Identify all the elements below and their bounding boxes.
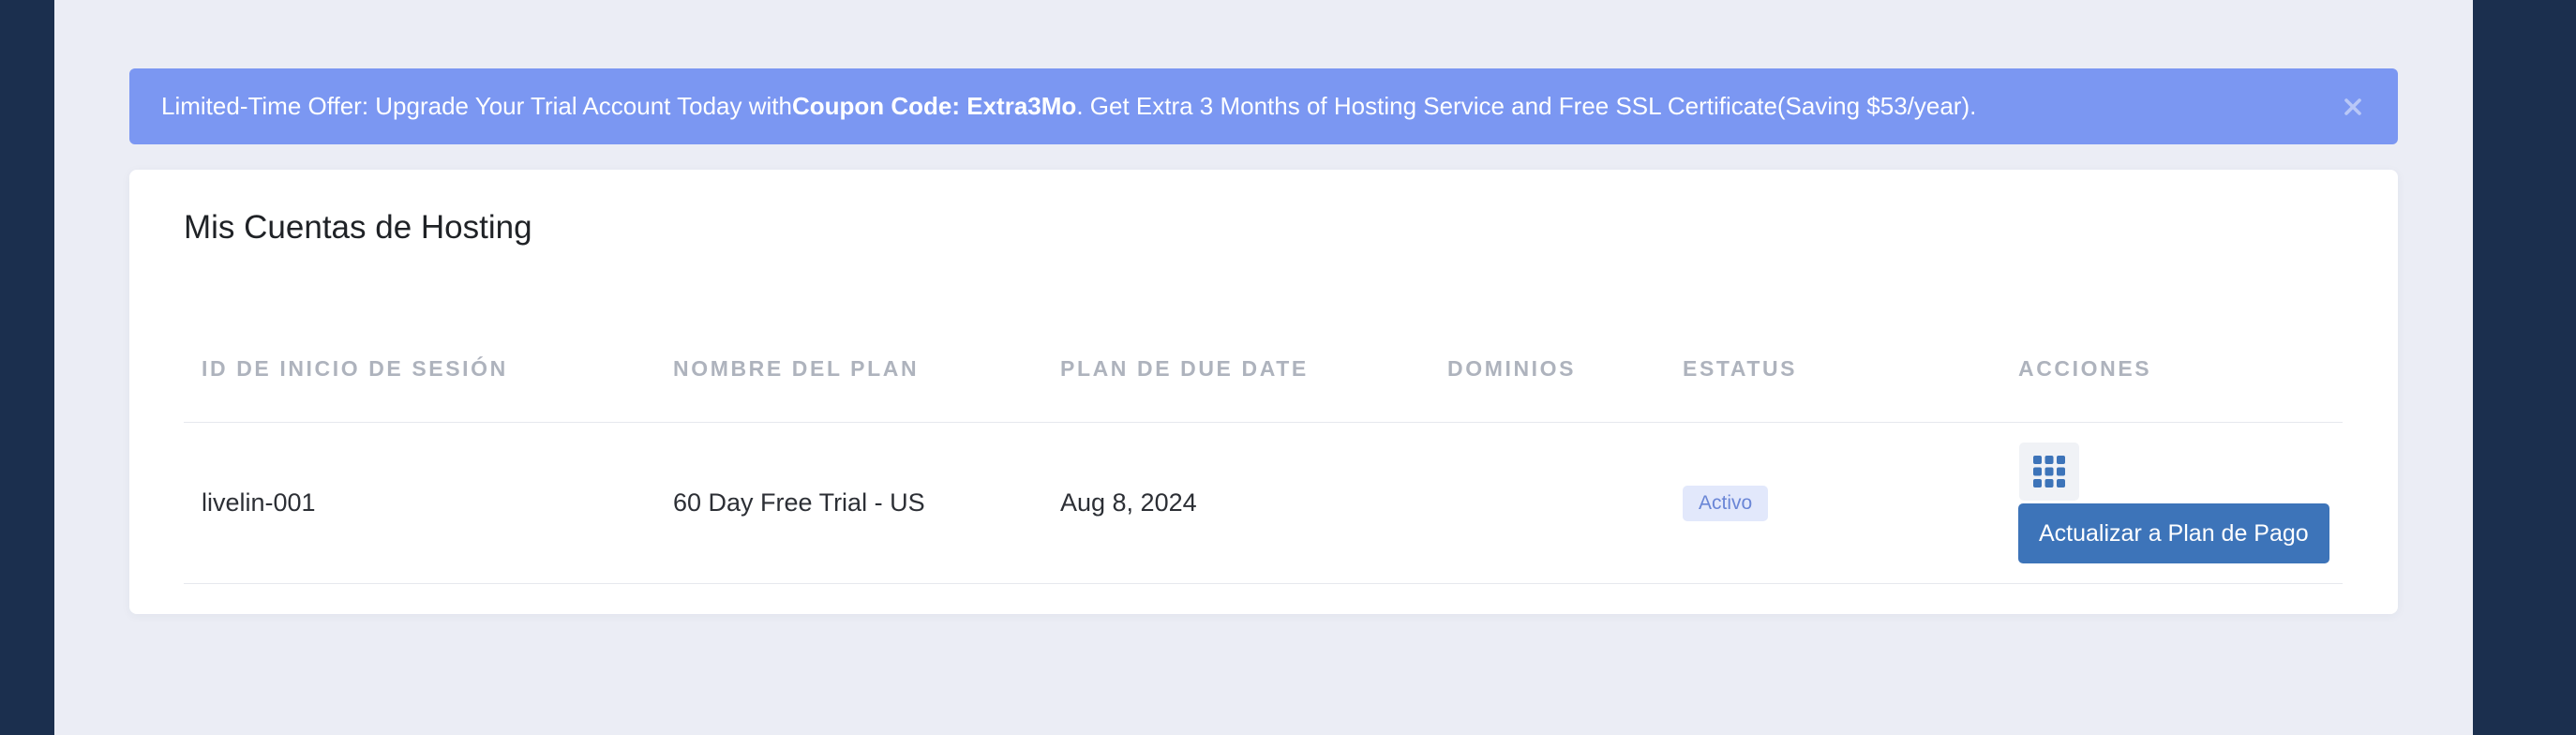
column-header-domains: DOMINIOS [1447, 356, 1577, 381]
login-id-cell: livelin-001 [202, 488, 316, 517]
upgrade-plan-button[interactable]: Actualizar a Plan de Pago [2018, 503, 2329, 563]
close-icon [2344, 98, 2361, 115]
offer-banner: Limited-Time Offer: Upgrade Your Trial A… [129, 68, 2398, 144]
grid-icon [2033, 456, 2065, 488]
column-header-due-date: PLAN DE DUE DATE [1060, 356, 1309, 381]
column-header-login-id: ID DE INICIO DE SESIÓN [202, 356, 508, 381]
column-header-plan-name: NOMBRE DEL PLAN [673, 356, 920, 381]
close-banner-button[interactable] [2340, 94, 2366, 120]
column-header-status: ESTATUS [1683, 356, 1798, 381]
table-row: livelin-001 60 Day Free Trial - US Aug 8… [184, 423, 2343, 584]
status-badge: Activo [1683, 486, 1769, 521]
table-header: ID DE INICIO DE SESIÓN NOMBRE DEL PLAN P… [184, 310, 2343, 423]
offer-text-after: . Get Extra 3 Months of Hosting Service … [1076, 92, 1977, 120]
hosting-accounts-card: Mis Cuentas de Hosting ID DE INICIO DE S… [129, 170, 2398, 614]
column-header-actions: ACCIONES [2018, 356, 2152, 381]
hosting-accounts-table: ID DE INICIO DE SESIÓN NOMBRE DEL PLAN P… [184, 310, 2343, 584]
plan-name-cell: 60 Day Free Trial - US [673, 488, 925, 517]
actions-menu-button[interactable] [2019, 442, 2079, 501]
coupon-code: Coupon Code: Extra3Mo [791, 92, 1077, 120]
page-title: Mis Cuentas de Hosting [184, 209, 532, 246]
offer-text-before: Limited-Time Offer: Upgrade Your Trial A… [161, 92, 792, 120]
page-background: Limited-Time Offer: Upgrade Your Trial A… [54, 0, 2473, 735]
due-date-cell: Aug 8, 2024 [1060, 488, 1197, 517]
